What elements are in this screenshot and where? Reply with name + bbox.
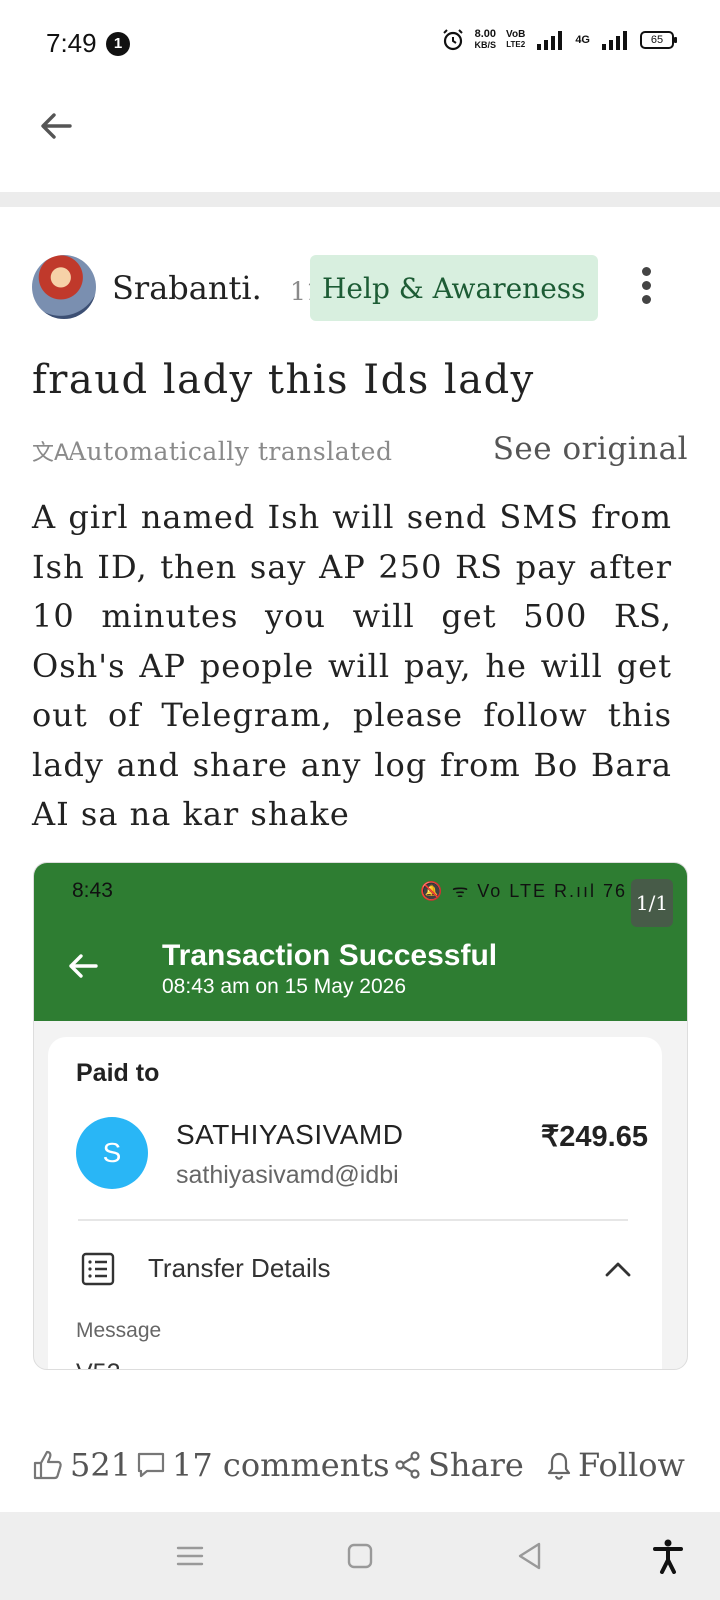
thumbs-up-icon <box>33 1450 62 1480</box>
follow-label: Follow <box>578 1446 685 1484</box>
attachment-header: 8:43 🔕 ᯤ Vo LTE R.ııl 76 Transaction Suc… <box>34 863 687 1021</box>
translated-label: Automatically translated <box>68 437 393 466</box>
notification-count-badge: 1 <box>106 32 130 56</box>
share-button[interactable]: Share <box>394 1440 524 1490</box>
card-divider <box>78 1219 628 1221</box>
comments-button[interactable]: 17 comments <box>136 1440 390 1490</box>
alarm-icon <box>442 29 463 51</box>
category-chip[interactable]: Help & Awareness <box>310 255 598 321</box>
payment-card: Paid to S SATHIYASIVAMD sathiyasivamd@id… <box>48 1037 662 1369</box>
status-bar: 7:49 1 8.00 KB/S VoB LTE2 4G 65 <box>0 0 720 88</box>
system-nav-bar <box>0 1512 720 1600</box>
share-icon <box>395 1451 420 1479</box>
header-divider <box>0 192 720 207</box>
chevron-up-icon <box>605 1262 631 1277</box>
payment-amount: ₹249.65 <box>540 1121 648 1153</box>
message-value: V52 <box>76 1359 120 1369</box>
back-triangle-icon[interactable] <box>512 1538 548 1574</box>
more-dot-icon <box>641 281 651 290</box>
back-button[interactable] <box>36 106 76 146</box>
see-original-link[interactable]: See original <box>493 431 688 467</box>
network-type: 4G <box>575 34 590 46</box>
home-square-icon[interactable] <box>342 1538 378 1574</box>
menu-icon[interactable] <box>172 1538 208 1574</box>
more-options-button[interactable] <box>638 267 654 307</box>
bell-icon <box>547 1452 571 1480</box>
attachment-status-time: 8:43 <box>72 879 113 902</box>
follow-button[interactable]: Follow <box>546 1440 685 1490</box>
accessibility-icon[interactable] <box>650 1538 686 1574</box>
post-title: fraud lady this Ids lady <box>32 357 535 403</box>
receipt-list-icon <box>81 1252 115 1286</box>
signal-icon <box>537 31 563 50</box>
attachment-back-arrow-icon <box>69 954 98 978</box>
more-dot-icon <box>641 267 651 276</box>
net-speed-value: 8.00 <box>474 28 496 40</box>
status-icons: 8.00 KB/S VoB LTE2 4G 65 <box>441 28 677 52</box>
net-speed-unit: KB/S <box>474 40 497 50</box>
message-label: Message <box>76 1319 162 1342</box>
signal-icon-sim2 <box>602 31 627 50</box>
comment-icon <box>137 1452 165 1478</box>
like-button[interactable]: 521 <box>32 1440 131 1490</box>
author-name[interactable]: Srabanti. <box>112 269 262 307</box>
attachment-status-icons: 🔕 ᯤ Vo LTE R.ııl 76 <box>420 881 627 901</box>
post-author-row: Srabanti. 11h Help & Awareness <box>32 255 692 323</box>
battery-icon: 65 <box>640 31 677 49</box>
transfer-details-label: Transfer Details <box>148 1253 331 1283</box>
attachment-image[interactable]: 8:43 🔕 ᯤ Vo LTE R.ııl 76 Transaction Suc… <box>33 862 688 1370</box>
payee-name: SATHIYASIVAMD <box>176 1119 404 1150</box>
transaction-datetime: 08:43 am on 15 May 2026 <box>162 975 407 998</box>
status-time: 7:49 <box>46 28 97 58</box>
volte-indicator: VoB LTE2 <box>506 30 525 50</box>
author-avatar[interactable] <box>32 255 96 319</box>
translate-icon: 文A <box>32 441 70 466</box>
payee-upi-id: sathiyasivamd@idbi <box>176 1161 399 1189</box>
volte-bottom: LTE2 <box>506 40 526 49</box>
more-dot-icon <box>641 295 651 304</box>
like-count: 521 <box>70 1446 132 1484</box>
image-page-counter: 1/1 <box>631 879 673 927</box>
post-body: A girl named Ish will send SMS from Ish … <box>32 498 672 833</box>
share-label: Share <box>428 1446 524 1484</box>
comments-count: 17 comments <box>172 1446 390 1484</box>
paid-to-label: Paid to <box>76 1059 160 1087</box>
transaction-title: Transaction Successful <box>162 939 498 972</box>
app-header <box>0 88 720 192</box>
payee-avatar: S <box>76 1117 148 1189</box>
net-speed: 8.00 KB/S <box>475 29 497 51</box>
volte-top: VoB <box>506 29 526 40</box>
translation-row: 文A Automatically translated See original <box>32 429 688 469</box>
post-action-bar: 521 17 comments Share Follow <box>0 1440 720 1510</box>
